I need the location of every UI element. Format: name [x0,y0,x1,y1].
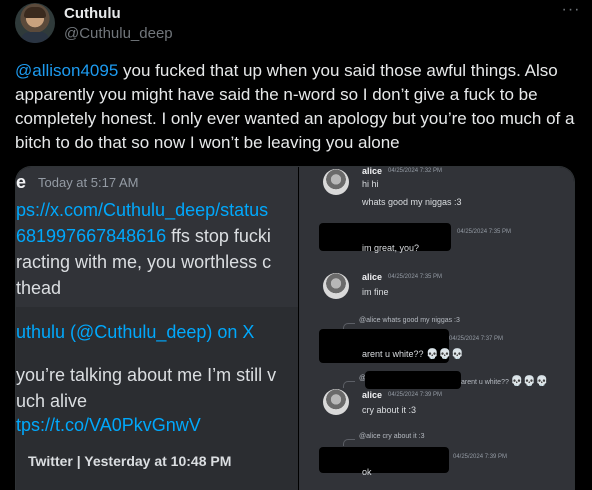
embed-timestamp: Today at 5:17 AM [38,175,139,190]
embed-desc-line-2: uch alive [16,391,88,411]
reply-preview: @alice whats good my niggas :3 [359,317,460,324]
embed-link: tps://t.co/VA0PkvGnwV [16,415,201,435]
message-text: hi hi [362,179,379,189]
message-link: ps://x.com/Cuthulu_deep/status [16,200,269,220]
reply-preview: @alice cry about it :3 [359,433,425,440]
alice-avatar [323,273,349,299]
reply-connector [343,381,355,388]
message-text: ffs stop fucki [166,226,271,246]
skull-emoji: 💀 [438,349,451,360]
embed-title: uthulu (@Cuthulu_deep) on X [16,322,255,342]
message-text: whats good my niggas :3 [362,197,462,207]
skull-emoji: 💀 [535,376,549,387]
message-link-2: 681997667848616 [16,226,167,246]
skull-emoji: 💀 [426,349,439,360]
more-horizontal-icon[interactable]: ··· [560,2,582,20]
message-text-body: arent u white?? [362,349,424,359]
embed-desc-line-1: you’re talking about me I’m still v [16,365,277,385]
message-timestamp: 04/25/2024 7:35 PM [457,229,512,235]
embed-footer: Twitter | Yesterday at 10:48 PM [28,453,232,469]
message-timestamp: 04/25/2024 7:35 PM [388,274,443,280]
skull-emoji: 💀 [510,376,524,387]
message-timestamp: 04/25/2024 7:39 PM [453,454,508,460]
display-name[interactable]: Cuthulu [64,5,121,22]
alice-avatar [323,389,349,415]
message-line-3: racting with me, you worthless c [16,252,272,272]
skull-emoji: 💀 [450,349,464,360]
redacted-user [365,371,461,389]
message-author: alice [362,167,383,176]
discord-embed-screenshot: e Today at 5:17 AM ps://x.com/Cuthulu_de… [16,167,298,490]
embed-message: ps://x.com/Cuthulu_deep/status 681997667… [16,197,298,301]
embed-author-name: e [16,172,27,192]
message-text: im fine [362,287,389,297]
message-timestamp: 04/25/2024 7:39 PM [388,392,443,398]
reply-preview: arent u white?? 💀💀💀 [461,377,548,387]
message-text: im great, you? [362,243,420,253]
tweet-text: @allison4095 you fucked that up when you… [15,59,585,155]
user-handle[interactable]: @Cuthulu_deep [64,25,173,42]
message-text: cry about it :3 [362,405,417,415]
attached-media[interactable]: e Today at 5:17 AM ps://x.com/Cuthulu_de… [15,166,575,490]
message-timestamp: 04/25/2024 7:37 PM [449,336,504,342]
message-timestamp: 04/25/2024 7:32 PM [388,168,443,174]
message-text: ok [362,467,372,477]
reply-text: arent u white?? [461,379,509,386]
avatar-hair [24,7,46,18]
redacted-user [319,447,449,473]
mention-link[interactable]: @allison4095 [15,61,118,80]
message-author: alice [362,390,383,400]
reply-connector [343,439,355,446]
skull-emoji: 💀 [523,376,536,387]
tweet: Cuthulu @Cuthulu_deep ··· @allison4095 y… [0,0,592,490]
message-author: alice [362,272,383,282]
avatar[interactable] [15,3,55,43]
alice-avatar [323,169,349,195]
message-line-4: thead [16,278,62,298]
embed-description: you’re talking about me I’m still v uch … [16,362,298,414]
avatar-suit [21,32,49,43]
discord-chat-screenshot: alice 04/25/2024 7:32 PM hi hi whats goo… [299,167,574,490]
message-text: arent u white?? 💀💀💀 [362,349,463,360]
